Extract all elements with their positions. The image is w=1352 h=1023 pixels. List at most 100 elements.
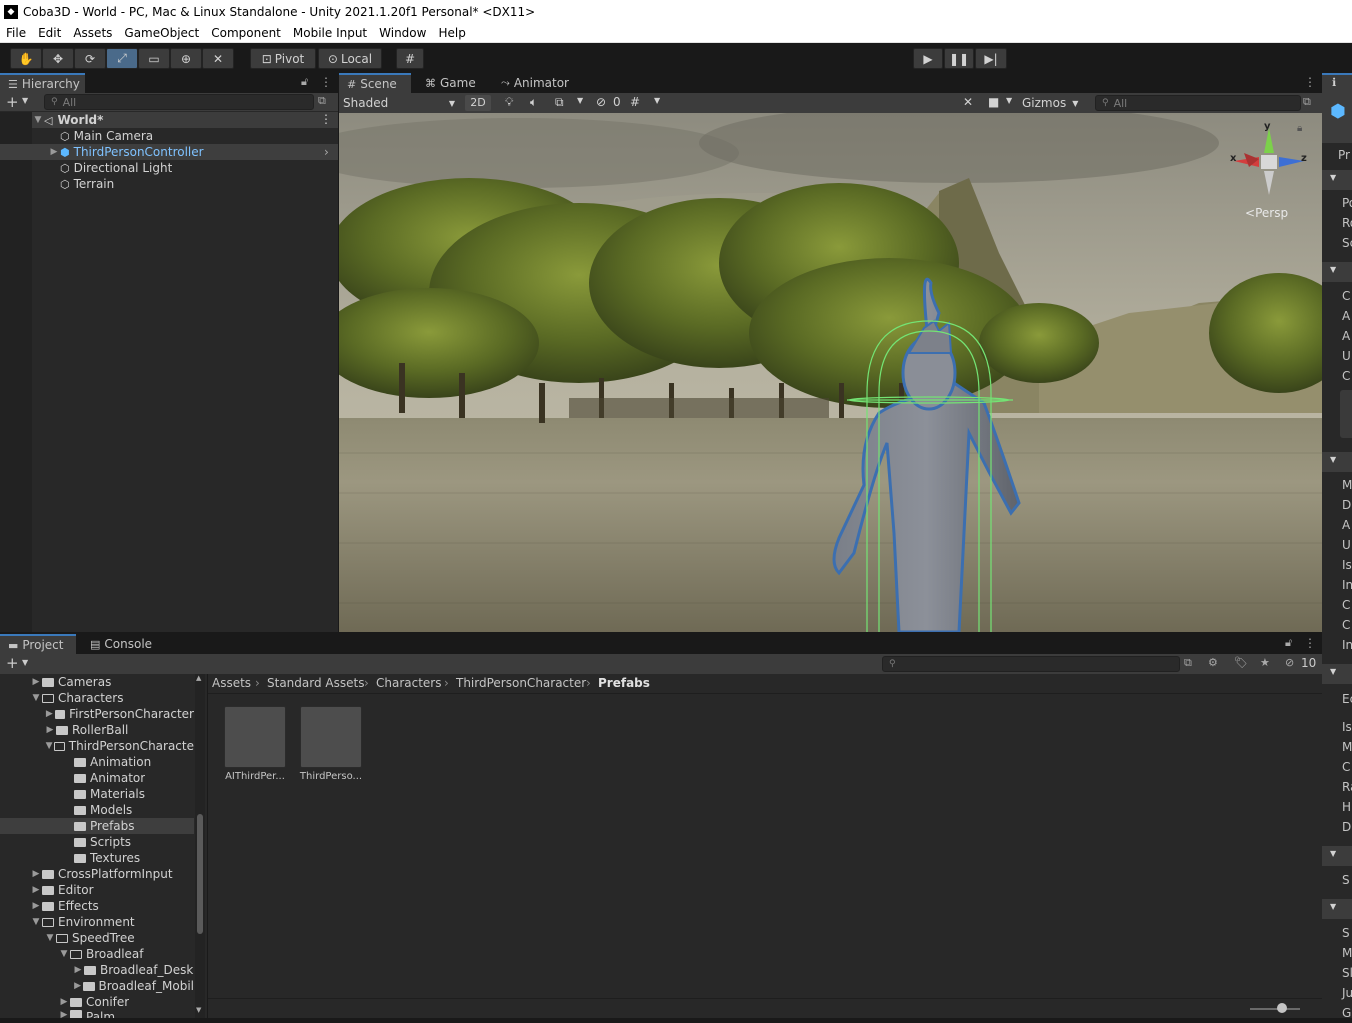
folder-item[interactable]: Animation: [74, 754, 151, 770]
folder-item[interactable]: ▶ FirstPersonCharacter: [44, 706, 194, 722]
chevron-right-icon[interactable]: ›: [324, 145, 329, 159]
search-options-icon[interactable]: ⧉: [1184, 656, 1192, 670]
chevron-down-icon[interactable]: ▼: [22, 658, 28, 667]
2d-toggle-button[interactable]: 2D: [465, 95, 491, 111]
audio-toggle-icon[interactable]: 🔈︎: [530, 95, 537, 110]
tab-project[interactable]: ▬ Project: [0, 634, 76, 654]
orientation-gizmo[interactable]: x y z: [1229, 121, 1309, 203]
folder-item[interactable]: ▶ Effects: [30, 898, 99, 914]
lock-icon[interactable]: 🔓︎: [1285, 636, 1292, 650]
search-options-icon[interactable]: ⧉: [318, 94, 326, 108]
hierarchy-item-directional-light[interactable]: ⬡ Directional Light: [48, 160, 172, 176]
menu-mobile-input[interactable]: Mobile Input: [287, 26, 373, 40]
tab-scene[interactable]: # Scene: [339, 73, 411, 93]
inspector-component-header[interactable]: ▼: [1322, 664, 1352, 684]
camera-icon[interactable]: ■: [988, 95, 999, 109]
breadcrumb-characters[interactable]: Characters: [376, 676, 442, 690]
scene-viewport[interactable]: x y z 🔒︎ <Persp: [339, 113, 1322, 632]
effects-toggle-icon[interactable]: ⧉: [555, 95, 564, 110]
add-icon[interactable]: +: [6, 654, 19, 672]
hierarchy-item-main-camera[interactable]: ⬡ Main Camera: [48, 128, 153, 144]
folder-item[interactable]: ▶ CrossPlatformInput: [30, 866, 173, 882]
hierarchy-search-input[interactable]: ⚲ All: [44, 94, 314, 110]
projection-label[interactable]: <Persp: [1245, 206, 1288, 220]
breadcrumb-prefabs[interactable]: Prefabs: [598, 676, 650, 690]
folder-item[interactable]: ▶ Cameras: [30, 674, 112, 690]
inspector-component-header[interactable]: ▼: [1322, 452, 1352, 472]
folder-item[interactable]: ▼ SpeedTree: [44, 930, 135, 946]
transform-tool-icon[interactable]: ⊕: [170, 48, 202, 69]
asset-label[interactable]: ThirdPerso...: [296, 771, 366, 782]
scroll-up-icon[interactable]: ▲: [196, 674, 201, 682]
chevron-down-icon[interactable]: ▼: [654, 96, 660, 105]
move-tool-icon[interactable]: ✥: [42, 48, 74, 69]
breadcrumb-assets[interactable]: Assets: [212, 676, 251, 690]
grid-toggle-icon[interactable]: #: [630, 95, 640, 109]
scale-tool-icon[interactable]: ⤢: [106, 48, 138, 69]
rect-tool-icon[interactable]: ▭: [138, 48, 170, 69]
tab-hierarchy[interactable]: ☰ Hierarchy: [0, 73, 85, 93]
folder-item[interactable]: Textures: [74, 850, 140, 866]
tab-console[interactable]: ▤ Console: [82, 634, 160, 654]
folder-item[interactable]: ▶ Palm: [58, 1010, 115, 1018]
filter-type-icon[interactable]: ⚙: [1208, 656, 1218, 669]
tab-game[interactable]: ⌘ Game: [417, 73, 484, 93]
project-search-input[interactable]: ⚲: [882, 656, 1180, 672]
grid-snap-icon[interactable]: #: [396, 48, 424, 69]
asset-label[interactable]: AIThirdPer...: [220, 771, 290, 782]
hierarchy-item-terrain[interactable]: ⬡ Terrain: [48, 176, 114, 192]
lighting-toggle-icon[interactable]: 💡︎: [505, 95, 513, 110]
breadcrumb-standard-assets[interactable]: Standard Assets: [267, 676, 364, 690]
filter-label-icon[interactable]: 🏷︎: [1234, 656, 1248, 669]
menu-help[interactable]: Help: [432, 26, 471, 40]
asset-thumbnail[interactable]: [224, 706, 286, 768]
hand-tool-icon[interactable]: ✋: [10, 48, 42, 69]
kebab-menu-icon[interactable]: ⋮: [1304, 75, 1316, 89]
pause-button[interactable]: ❚❚: [944, 48, 974, 69]
inspector-component-header[interactable]: ▼: [1322, 262, 1352, 282]
scroll-down-icon[interactable]: ▼: [196, 1006, 201, 1014]
scrollbar-track[interactable]: ▲ ▼: [195, 674, 205, 1018]
inspector-component-header[interactable]: ▼: [1322, 170, 1352, 190]
step-button[interactable]: ▶|: [975, 48, 1007, 69]
gizmos-dropdown[interactable]: Gizmos ▼: [1019, 95, 1085, 111]
folder-item[interactable]: Materials: [74, 786, 145, 802]
chevron-down-icon[interactable]: ▼: [1006, 96, 1012, 105]
breadcrumb-thirdpersoncharacter[interactable]: ThirdPersonCharacter: [456, 676, 586, 690]
kebab-menu-icon[interactable]: ⋮: [1304, 636, 1316, 650]
kebab-menu-icon[interactable]: ⋮: [320, 75, 332, 89]
folder-item-selected[interactable]: Prefabs: [0, 818, 194, 834]
tab-animator[interactable]: ⤳ Animator: [493, 73, 577, 93]
folder-item[interactable]: Scripts: [74, 834, 131, 850]
chevron-down-icon[interactable]: ▼: [22, 96, 28, 105]
menu-component[interactable]: Component: [205, 26, 287, 40]
menu-gameobject[interactable]: GameObject: [118, 26, 205, 40]
folder-item[interactable]: ▼ ThirdPersonCharacte: [44, 738, 194, 754]
folder-item[interactable]: Models: [74, 802, 132, 818]
folder-item[interactable]: Animator: [74, 770, 145, 786]
scrollbar-thumb[interactable]: [197, 814, 203, 934]
chevron-down-icon[interactable]: ▼: [577, 96, 583, 105]
menu-edit[interactable]: Edit: [32, 26, 67, 40]
favorite-star-icon[interactable]: ★: [1260, 656, 1270, 669]
inspector-component-header[interactable]: ▼: [1322, 846, 1352, 866]
scene-header-row[interactable]: ▼ ◁ World* ⋮: [32, 112, 338, 128]
slider-thumb[interactable]: [1277, 1003, 1287, 1013]
custom-tool-icon[interactable]: ✕: [202, 48, 234, 69]
inspector-component-header[interactable]: ▼: [1322, 899, 1352, 919]
folder-item[interactable]: ▼ Environment: [30, 914, 135, 930]
folder-item[interactable]: ▶ Conifer: [58, 994, 130, 1010]
menu-window[interactable]: Window: [373, 26, 432, 40]
folder-item[interactable]: ▶ Broadleaf_Mobil: [72, 978, 194, 994]
hidden-objects-icon[interactable]: ⊘: [596, 95, 606, 109]
scene-search-input[interactable]: ⚲ All: [1095, 95, 1301, 111]
folder-item[interactable]: ▼ Broadleaf: [58, 946, 144, 962]
hierarchy-item-thirdpersoncontroller[interactable]: ▶ ⬢ ThirdPersonController ›: [0, 144, 338, 160]
tools-icon[interactable]: ✕: [963, 95, 973, 109]
menu-assets[interactable]: Assets: [67, 26, 118, 40]
menu-file[interactable]: File: [0, 26, 32, 40]
folder-item[interactable]: ▶ RollerBall: [44, 722, 129, 738]
folder-item[interactable]: ▶ Editor: [30, 882, 94, 898]
play-button[interactable]: ▶: [913, 48, 943, 69]
folder-item[interactable]: ▶ Broadleaf_Desk: [72, 962, 194, 978]
